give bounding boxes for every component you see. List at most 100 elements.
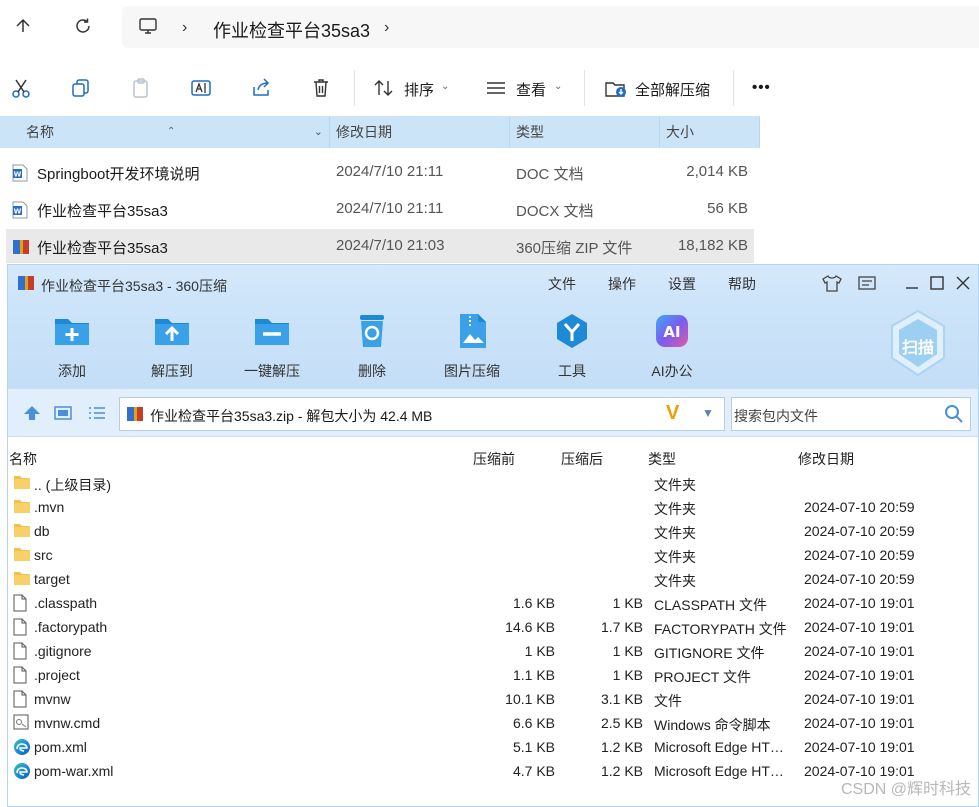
cut-icon[interactable] — [9, 76, 33, 100]
entry-type: 文件夹 — [654, 525, 696, 541]
up-arrow-icon[interactable] — [10, 13, 36, 39]
archive-row[interactable]: src 文件夹 2024-07-10 20:59 — [8, 543, 978, 567]
chevron-right-icon[interactable]: › — [384, 19, 389, 37]
archive-row[interactable]: pom-war.xml 4.7 KB 1.2 KB Microsoft Edge HT… — [8, 759, 978, 783]
column-header-type[interactable]: 类型 — [648, 449, 676, 469]
thumbnail-view-icon[interactable] — [54, 405, 72, 426]
tools-button[interactable]: 工具 — [532, 311, 612, 383]
svg-text:W: W — [14, 208, 22, 216]
rename-icon[interactable] — [189, 76, 213, 100]
archive-row[interactable]: db 文件夹 2024-07-10 20:59 — [8, 519, 978, 543]
delete-icon[interactable] — [309, 76, 333, 100]
more-options-button[interactable]: ••• — [752, 79, 771, 96]
feedback-icon[interactable] — [857, 273, 877, 293]
archive-row[interactable]: mvnw 10.1 KB 3.1 KB 文件 2024-07-10 19:01 — [8, 687, 978, 711]
scan-button[interactable]: 扫描 — [888, 309, 948, 379]
address-bar[interactable]: › 作业检查平台35sa3 › — [122, 6, 979, 48]
menu-help[interactable]: 帮助 — [728, 274, 756, 294]
file-icon — [13, 618, 27, 639]
share-icon[interactable] — [249, 76, 273, 100]
column-header-name[interactable]: 名称 — [9, 449, 37, 469]
file-row[interactable]: W Springboot开发环境说明 2024/7/10 21:11 DOC 文… — [6, 155, 754, 189]
extract-all-icon[interactable] — [604, 76, 628, 100]
archive-row[interactable]: mvnw.cmd 6.6 KB 2.5 KB Windows 命令脚本 2024-07-… — [8, 711, 978, 735]
skin-tshirt-icon[interactable] — [822, 273, 842, 293]
column-header-modified[interactable]: 修改日期 — [330, 116, 510, 148]
entry-size-before: 1.6 KB — [512, 595, 555, 611]
archive-row[interactable]: .gitignore 1 KB 1 KB GITIGNORE 文件 2024-07-10… — [8, 639, 978, 663]
menu-settings[interactable]: 设置 — [668, 274, 696, 294]
chevron-down-icon[interactable]: ⌄ — [554, 81, 562, 92]
maximize-icon[interactable] — [927, 273, 947, 293]
paste-icon[interactable] — [129, 76, 153, 100]
separator — [354, 70, 355, 106]
chevron-down-icon[interactable]: ⌄ — [441, 81, 449, 92]
entry-modified: 2024-07-10 19:01 — [804, 715, 915, 731]
entry-name: .gitignore — [34, 643, 92, 659]
close-icon[interactable] — [953, 273, 973, 293]
column-header-after[interactable]: 压缩后 — [561, 449, 603, 469]
file-icon — [13, 690, 27, 711]
entry-modified: 2024-07-10 19:01 — [804, 667, 915, 683]
archive-row[interactable]: .factorypath 14.6 KB 1.7 KB FACTORYPATH 文件 2… — [8, 615, 978, 639]
archive-path-text: 作业检查平台35sa3.zip - 解包大小为 42.4 MB — [150, 408, 433, 424]
file-row[interactable]: W 作业检查平台35sa3 2024/7/10 21:11 DOCX 文档 56… — [6, 192, 754, 226]
extract-to-button[interactable]: 解压到 — [132, 311, 212, 383]
archive-row[interactable]: .project 1.1 KB 1 KB PROJECT 文件 2024-07-10 1… — [8, 663, 978, 687]
verified-v-icon[interactable]: V — [666, 402, 679, 425]
menu-operation[interactable]: 操作 — [608, 274, 636, 294]
recycle-bin-icon — [352, 311, 392, 351]
refresh-icon[interactable] — [70, 13, 96, 39]
sort-button[interactable]: 排序 — [404, 79, 434, 100]
search-placeholder: 搜索包内文件 — [734, 408, 818, 424]
word-docx-icon: W — [12, 201, 28, 223]
zip-toolbar: 添加 解压到 一键解压 删除 图片压缩 工具 AI AI办公 扫描 — [8, 301, 978, 389]
entry-type: 文件 — [654, 693, 682, 709]
archive-row[interactable]: target 文件夹 2024-07-10 20:59 — [8, 567, 978, 591]
sort-ascending-icon: ⌃ — [167, 126, 176, 137]
image-compress-button[interactable]: 图片压缩 — [432, 311, 512, 383]
entry-size-before: 5.1 KB — [512, 739, 555, 755]
archive-row[interactable]: .. (上级目录) 文件夹 — [8, 471, 978, 495]
ai-office-button[interactable]: AI AI办公 — [632, 311, 712, 383]
folder-icon — [13, 546, 31, 565]
archive-path-field[interactable]: 作业检查平台35sa3.zip - 解包大小为 42.4 MB V ▼ — [119, 397, 725, 431]
entry-name: mvnw — [34, 691, 71, 707]
view-icon[interactable] — [484, 76, 508, 100]
add-button[interactable]: 添加 — [32, 311, 112, 383]
breadcrumb-folder[interactable]: 作业检查平台35sa3 — [213, 17, 370, 43]
column-header-modified[interactable]: 修改日期 — [798, 449, 854, 469]
column-header-size[interactable]: 大小 — [660, 116, 760, 148]
column-header-before[interactable]: 压缩前 — [473, 449, 515, 469]
up-level-icon[interactable] — [23, 405, 41, 426]
view-button[interactable]: 查看 — [516, 79, 546, 100]
archive-row[interactable]: .classpath 1.6 KB 1 KB CLASSPATH 文件 2024-07-… — [8, 591, 978, 615]
chevron-down-icon[interactable]: ⌄ — [314, 116, 323, 148]
search-input[interactable]: 搜索包内文件 — [731, 397, 971, 431]
sort-icon[interactable] — [372, 76, 396, 100]
extract-all-button[interactable]: 全部解压缩 — [635, 79, 710, 100]
column-header-name[interactable]: 名称 ⌃ ⌄ — [0, 116, 330, 148]
entry-type: 文件夹 — [654, 477, 696, 493]
list-view-icon[interactable] — [88, 405, 106, 426]
zip-window-titlebar[interactable]: 作业检查平台35sa3 - 360压缩 文件 操作 设置 帮助 — [8, 265, 978, 301]
minimize-icon[interactable] — [902, 273, 922, 293]
entry-modified: 2024-07-10 19:01 — [804, 691, 915, 707]
command-bar: 排序 ⌄ 查看 ⌄ 全部解压缩 ••• — [0, 62, 979, 114]
entry-size-before: 4.7 KB — [512, 763, 555, 779]
one-click-extract-icon — [252, 311, 292, 351]
entry-name: .classpath — [34, 595, 98, 611]
copy-icon[interactable] — [69, 76, 93, 100]
one-click-extract-button[interactable]: 一键解压 — [232, 311, 312, 383]
dropdown-triangle-icon[interactable]: ▼ — [702, 406, 714, 420]
column-header-type[interactable]: 类型 — [510, 116, 660, 148]
archive-row[interactable]: pom.xml 5.1 KB 1.2 KB Microsoft Edge HT… 202… — [8, 735, 978, 759]
delete-archive-button[interactable]: 删除 — [332, 311, 412, 383]
file-row-selected[interactable]: 作业检查平台35sa3 2024/7/10 21:03 360压缩 ZIP 文件… — [6, 229, 754, 263]
entry-name: src — [34, 547, 53, 563]
search-icon[interactable] — [944, 404, 964, 429]
menu-file[interactable]: 文件 — [548, 274, 576, 294]
archive-row[interactable]: .mvn 文件夹 2024-07-10 20:59 — [8, 495, 978, 519]
this-pc-icon[interactable] — [138, 16, 158, 41]
ai-office-icon: AI — [652, 311, 692, 351]
